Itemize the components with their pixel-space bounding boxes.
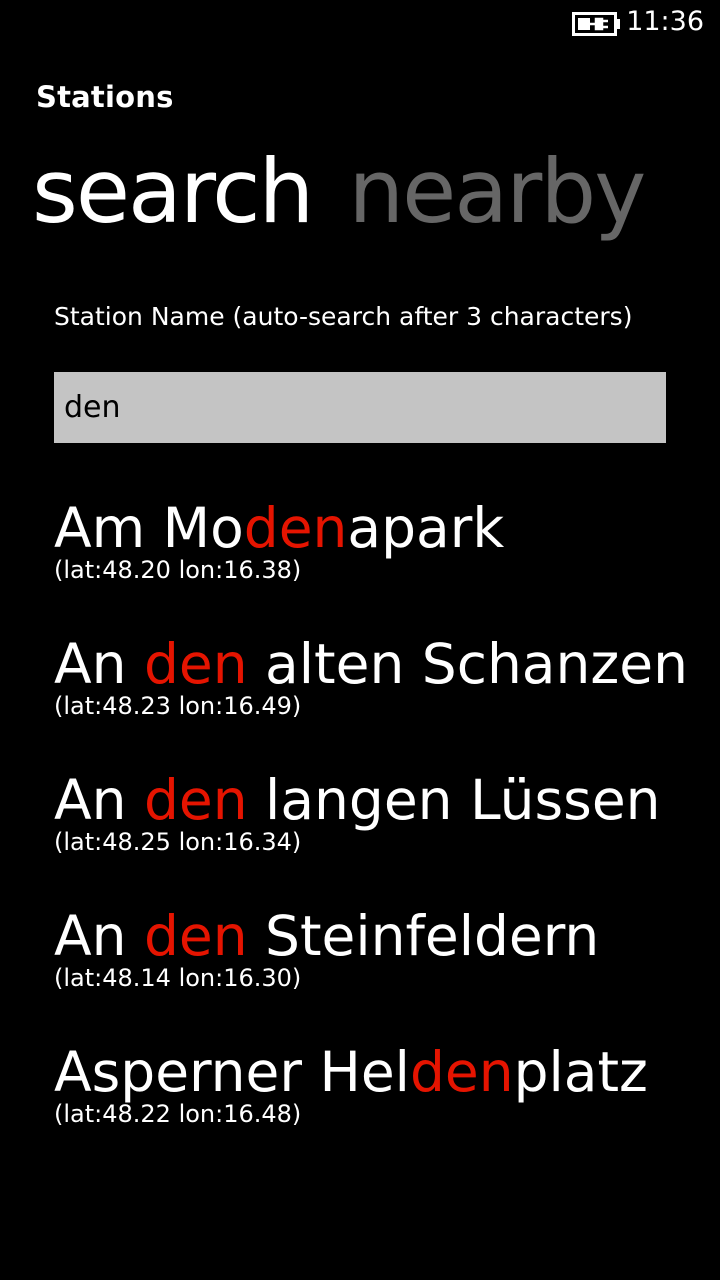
pivot-headers: search nearby — [32, 132, 680, 252]
search-match-highlight: den — [243, 496, 348, 560]
tab-search[interactable]: search — [32, 132, 314, 252]
search-match-highlight: den — [143, 904, 248, 968]
station-name-suffix: apark — [347, 496, 505, 560]
tab-nearby[interactable]: nearby — [348, 132, 646, 252]
battery-charging-icon — [572, 12, 620, 36]
station-name-input[interactable] — [64, 390, 656, 425]
status-bar: 11:36 — [0, 0, 720, 48]
station-name-prefix: An — [54, 904, 144, 968]
station-name-prefix: An — [54, 768, 144, 832]
search-match-highlight: den — [409, 1040, 514, 1104]
station-name-prefix: An — [54, 632, 144, 696]
station-name-suffix: langen Lüssen — [247, 768, 661, 832]
station-name-suffix: alten Schanzen — [247, 632, 688, 696]
app-title: Stations — [36, 80, 174, 114]
search-match-highlight: den — [143, 632, 248, 696]
list-item[interactable]: Asperner Heldenplatz (lat:48.22 lon:16.4… — [54, 1030, 694, 1128]
search-box[interactable] — [54, 372, 666, 443]
list-item[interactable]: An den Steinfeldern (lat:48.14 lon:16.30… — [54, 894, 694, 992]
list-item[interactable]: An den langen Lüssen (lat:48.25 lon:16.3… — [54, 758, 694, 856]
list-item[interactable]: Am Modenapark (lat:48.20 lon:16.38) — [54, 486, 694, 584]
results-list: Am Modenapark (lat:48.20 lon:16.38) An d… — [54, 486, 694, 1166]
status-clock: 11:36 — [626, 6, 704, 37]
station-name-prefix: Am Mo — [54, 496, 244, 560]
list-item[interactable]: An den alten Schanzen (lat:48.23 lon:16.… — [54, 622, 694, 720]
station-name-prefix: Asperner Hel — [54, 1040, 410, 1104]
station-name-suffix: platz — [513, 1040, 648, 1104]
search-field-label: Station Name (auto-search after 3 charac… — [54, 302, 633, 331]
station-name-suffix: Steinfeldern — [247, 904, 600, 968]
search-match-highlight: den — [143, 768, 248, 832]
